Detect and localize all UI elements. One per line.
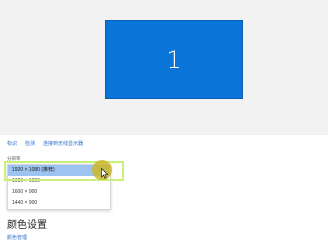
detect-link[interactable]: 检测 xyxy=(25,140,35,147)
resolution-option[interactable]: 1440 × 900 xyxy=(8,198,110,209)
monitor-number: 1 xyxy=(166,45,182,74)
mouse-pointer-icon xyxy=(101,168,109,179)
connect-wireless-display-link[interactable]: 连接到无线显示器 xyxy=(43,140,83,147)
display-links-row: 标识 检测 连接到无线显示器 xyxy=(7,140,83,147)
resolution-label: 分辨率 xyxy=(7,156,21,161)
monitor-1-tile[interactable]: 1 xyxy=(105,20,243,99)
color-management-link[interactable]: 颜色管理 xyxy=(7,234,27,241)
color-settings-heading: 颜色设置 xyxy=(7,220,47,231)
identify-link[interactable]: 标识 xyxy=(7,140,17,147)
resolution-option[interactable]: 1600 × 900 xyxy=(8,187,110,198)
display-preview-area: 1 xyxy=(0,0,328,135)
